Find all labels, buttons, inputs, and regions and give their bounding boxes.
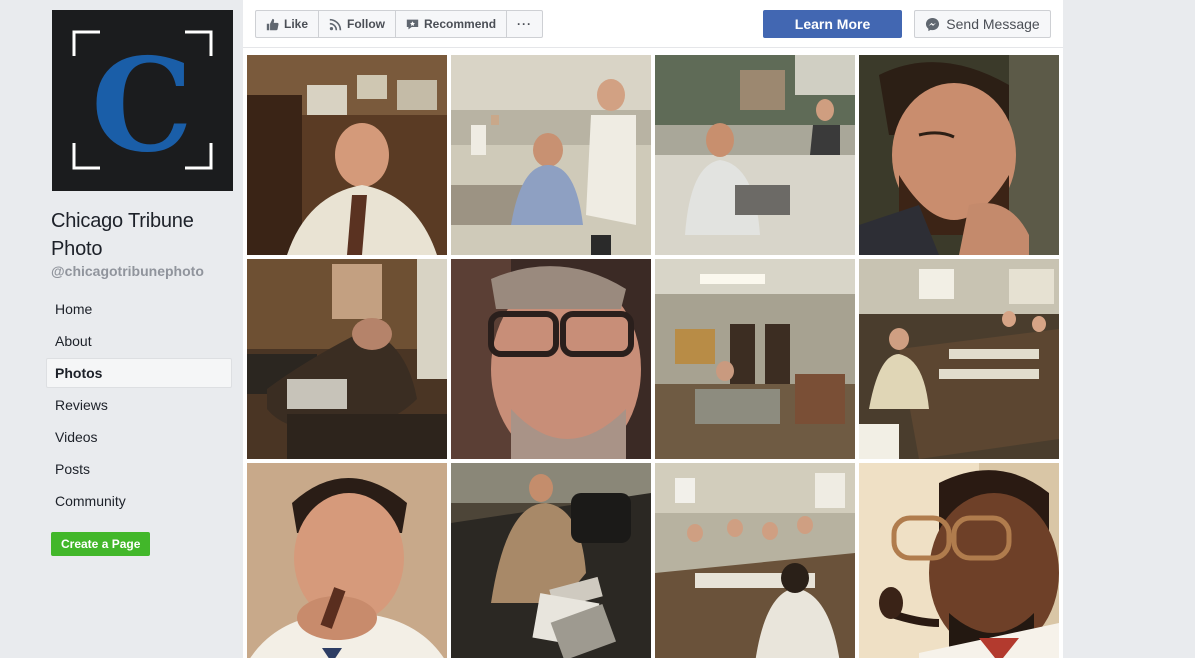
- recommend-speech-icon: [406, 19, 419, 29]
- nav-item-videos[interactable]: Videos: [46, 422, 232, 452]
- rss-follow-icon: [329, 18, 342, 30]
- nav-item-home[interactable]: Home: [46, 294, 232, 324]
- photo-image: [451, 55, 651, 255]
- photo-image: [859, 259, 1059, 459]
- logo-letter: C: [91, 31, 193, 181]
- photo-thumbnail[interactable]: [655, 463, 855, 658]
- photo-image: [655, 463, 855, 658]
- send-message-button[interactable]: Send Message: [914, 10, 1051, 38]
- send-message-label: Send Message: [946, 16, 1040, 32]
- main-content: Like Follow Recommend ··· Learn More Sen…: [243, 0, 1063, 658]
- more-options-button[interactable]: ···: [507, 11, 542, 37]
- learn-more-button[interactable]: Learn More: [763, 10, 902, 38]
- action-bar: Like Follow Recommend ··· Learn More Sen…: [243, 0, 1063, 48]
- thumbs-up-icon: [266, 18, 279, 30]
- nav-item-photos[interactable]: Photos: [46, 358, 232, 388]
- photo-thumbnail[interactable]: [451, 463, 651, 658]
- page-nav: Home About Photos Reviews Videos Posts C…: [46, 294, 232, 518]
- follow-label: Follow: [347, 17, 386, 31]
- recommend-label: Recommend: [424, 17, 497, 31]
- photo-thumbnail[interactable]: [451, 55, 651, 255]
- photo-image: [451, 259, 651, 459]
- photo-thumbnail[interactable]: [655, 55, 855, 255]
- photo-image: [859, 463, 1059, 658]
- photo-image: [247, 55, 447, 255]
- more-dots-icon: ···: [517, 17, 533, 31]
- photo-thumbnail[interactable]: [247, 55, 447, 255]
- photo-grid: [247, 55, 1059, 658]
- like-label: Like: [284, 17, 309, 31]
- photo-thumbnail[interactable]: [247, 463, 447, 658]
- photo-thumbnail[interactable]: [247, 259, 447, 459]
- follow-button[interactable]: Follow: [319, 11, 397, 37]
- page-handle[interactable]: @chicagotribunephoto: [51, 263, 204, 279]
- nav-item-community[interactable]: Community: [46, 486, 232, 516]
- photo-thumbnail[interactable]: [451, 259, 651, 459]
- nav-item-reviews[interactable]: Reviews: [46, 390, 232, 420]
- photo-image: [859, 55, 1059, 255]
- photo-image: [451, 463, 651, 658]
- photo-image: [655, 55, 855, 255]
- photo-image: [247, 463, 447, 658]
- recommend-button[interactable]: Recommend: [396, 11, 508, 37]
- page-logo[interactable]: C: [52, 10, 233, 191]
- nav-item-posts[interactable]: Posts: [46, 454, 232, 484]
- photo-image: [247, 259, 447, 459]
- photo-image: [655, 259, 855, 459]
- page-actions-group: Like Follow Recommend ···: [255, 10, 544, 38]
- like-button[interactable]: Like: [256, 11, 320, 37]
- photo-thumbnail[interactable]: [859, 463, 1059, 658]
- photo-thumbnail[interactable]: [655, 259, 855, 459]
- messenger-icon: [926, 17, 940, 31]
- photo-thumbnail[interactable]: [859, 259, 1059, 459]
- create-page-button[interactable]: Create a Page: [51, 532, 151, 556]
- page-title[interactable]: Chicago Tribune Photo: [51, 207, 231, 263]
- nav-item-about[interactable]: About: [46, 326, 232, 356]
- photo-thumbnail[interactable]: [859, 55, 1059, 255]
